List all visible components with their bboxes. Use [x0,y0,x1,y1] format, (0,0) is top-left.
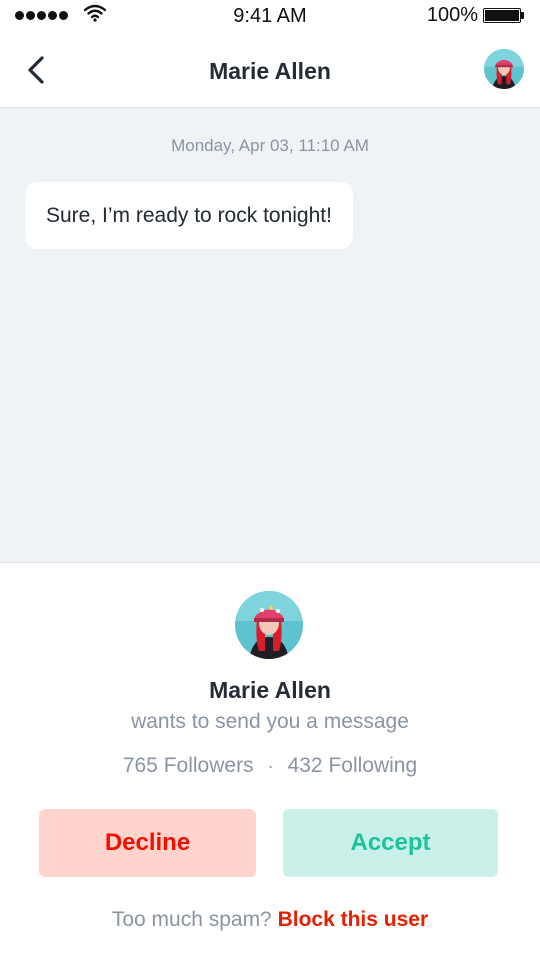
followers-label: Followers [163,754,254,777]
message-timestamp: Monday, Apr 03, 11:10 AM [171,136,369,155]
request-subtitle: wants to send you a message [131,710,409,733]
followers-count: 765 [122,754,158,777]
block-user-link[interactable]: Block this user [278,908,429,931]
accept-button[interactable]: Accept [283,809,498,877]
requester-name: Marie Allen [209,677,331,703]
stats-separator: · [267,755,274,776]
following-label: Following [328,754,418,777]
decline-button[interactable]: Decline [39,809,256,877]
chat-area[interactable]: Monday, Apr 03, 11:10 AM Sure, I’m ready… [0,108,540,563]
message-request-panel: Marie Allen wants to send you a message … [0,564,540,960]
battery-tip [521,12,524,19]
following-count: 432 [287,754,323,777]
user-avatar-image [484,49,524,89]
contact-avatar[interactable] [484,49,524,89]
user-avatar-image [235,591,303,659]
follow-stats: 765 Followers · 432 Following [0,754,540,778]
conversation-title: Marie Allen [209,58,331,84]
battery-icon [483,8,521,23]
requester-avatar [235,591,303,659]
status-bar: 9:41 AM 100% [0,0,540,32]
nav-bar: Marie Allen [0,32,540,108]
message-bubble[interactable]: Sure, I’m ready to rock tonight! [25,182,353,249]
battery-percent: 100% [426,4,478,26]
spam-prompt: Too much spam? [111,908,272,931]
spam-prompt-line: Too much spam? Block this user [0,908,540,932]
